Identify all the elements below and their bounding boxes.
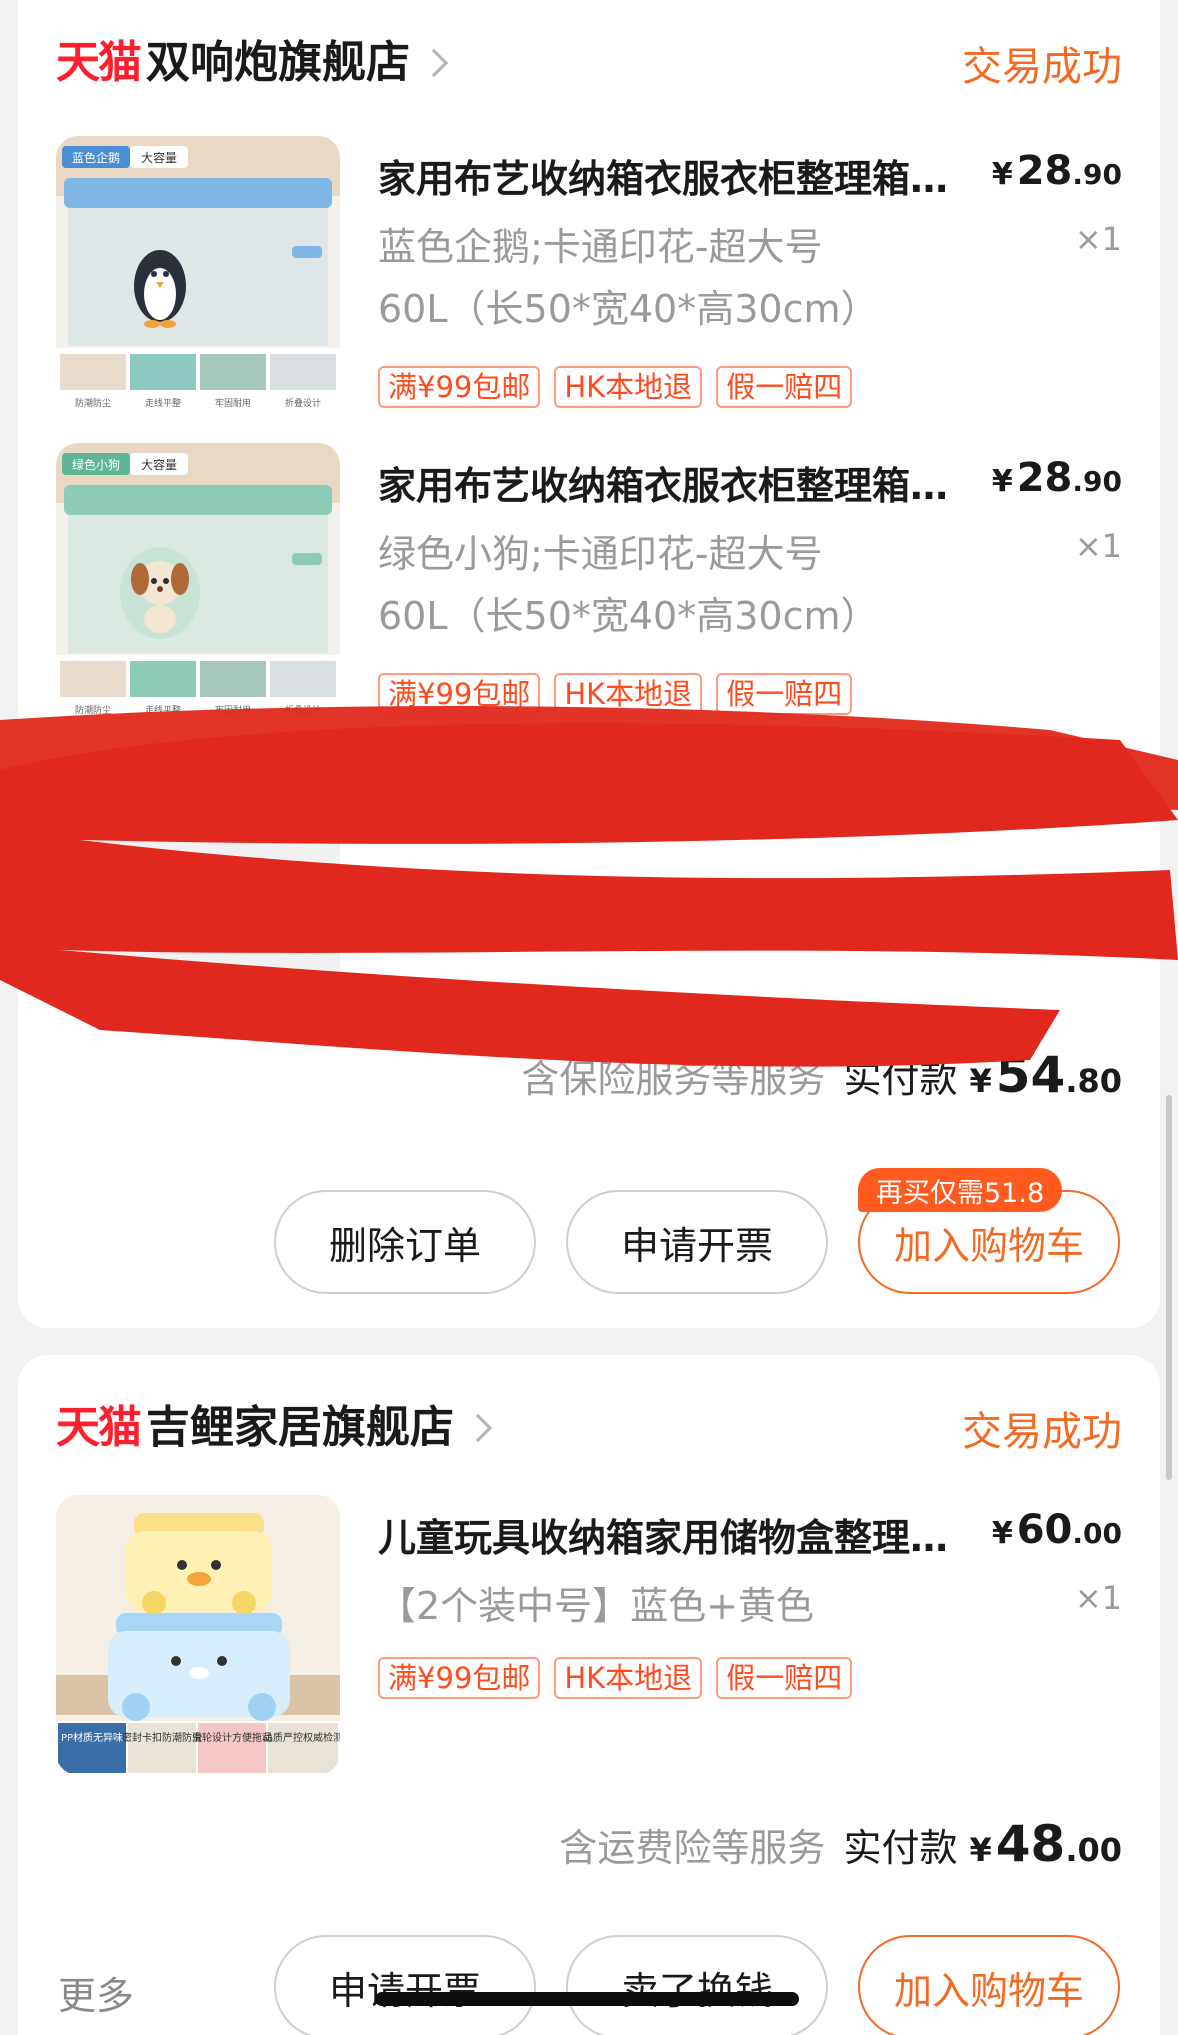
order-card: 天猫 双响炮旗舰店 交易成功 防潮防尘 走线平整 牢固耐用 折叠设计 蓝色企鹅 … xyxy=(18,0,1160,1328)
storage-box-puppy-image: 防潮防尘 走线平整 牢固耐用 折叠设计 绿色小狗 大容量 xyxy=(56,443,340,723)
order-status: 交易成功 xyxy=(962,44,1122,90)
image-badge: 蓝色企鹅 xyxy=(72,150,120,165)
product-quantity: ×1 xyxy=(1074,220,1122,258)
feature-caption: 牢固耐用 xyxy=(215,397,251,409)
tag-fake-compensation: 假一赔四 xyxy=(716,673,853,715)
product-price: ¥28.90 xyxy=(991,455,1122,501)
product-thumbnail[interactable]: PP材质无异味 密封卡扣防潮防虫 滑轮设计方便拖动 品质严控权威检测 xyxy=(56,1495,340,1775)
image-badge: 绿色小狗 xyxy=(72,457,120,472)
request-invoice-button[interactable]: 申请开票 xyxy=(566,1190,828,1294)
tag-free-shipping: 满¥99包邮 xyxy=(378,673,541,715)
store-name[interactable]: 吉鲤家居旗舰店 xyxy=(146,1406,454,1450)
service-info: 含保险服务等服务 xyxy=(521,1057,826,1101)
product-quantity: ×1 xyxy=(1074,1579,1122,1617)
feature-caption: 防潮防尘 xyxy=(75,704,111,716)
delete-order-button[interactable]: 删除订单 xyxy=(274,1190,536,1294)
order-summary: 含保险服务等服务 实付款 ¥54.80 xyxy=(521,1046,1122,1104)
store-name[interactable]: 双响炮旗舰店 xyxy=(146,41,410,85)
product-title[interactable]: 家用布艺收纳箱衣服衣柜整理箱折叠储物箱 xyxy=(378,148,968,203)
storage-box-penguin-image: 防潮防尘 走线平整 牢固耐用 折叠设计 蓝色企鹅 大容量 xyxy=(56,136,340,416)
order-summary: 含运费险等服务 实付款 ¥48.00 xyxy=(559,1815,1122,1873)
product-sku: 绿色小狗;卡通印花-超大号 60L（长50*宽40*高30cm） xyxy=(378,532,879,638)
feature-caption: 滑轮设计方便拖动 xyxy=(192,1731,272,1744)
service-tags: 满¥99包邮 HK本地退 假一赔四 xyxy=(378,366,853,408)
chevron-right-icon xyxy=(463,1413,493,1443)
tag-local-return: HK本地退 xyxy=(554,1657,703,1699)
product-price-partial: .00 xyxy=(1072,738,1122,771)
rebuy-promo-bubble: 再买仅需51.8 xyxy=(858,1168,1063,1212)
order-status: 交易成功 xyxy=(962,1409,1122,1455)
paid-currency: ¥ xyxy=(969,1831,992,1869)
scrollbar[interactable] xyxy=(1166,1095,1172,1480)
store-header[interactable]: 天猫 双响炮旗舰店 交易成功 xyxy=(56,28,1122,98)
order-list-page: 天猫 双响炮旗舰店 交易成功 防潮防尘 走线平整 牢固耐用 折叠设计 蓝色企鹅 … xyxy=(0,0,1178,2035)
paid-amount-decimal: .00 xyxy=(1065,1831,1122,1869)
feature-caption: 牢固耐用 xyxy=(215,704,251,716)
tag-fake-compensation: 假一赔四 xyxy=(716,366,853,408)
tag-free-shipping: 满¥99包邮 xyxy=(378,1657,541,1699)
add-to-cart-button[interactable]: 加入购物车 xyxy=(858,1935,1120,2035)
service-tags: 满¥99包邮 HK本地退 假一赔四 xyxy=(378,673,853,715)
feature-caption: 密封卡扣防潮防虫 xyxy=(122,1731,202,1744)
kids-toy-storage-box-image: PP材质无异味 密封卡扣防潮防虫 滑轮设计方便拖动 品质严控权威检测 xyxy=(56,1495,340,1775)
order-item-redacted[interactable]: .00 xyxy=(56,738,1122,1010)
request-invoice-button[interactable]: 申请开票 xyxy=(274,1935,536,2035)
order-item[interactable]: 防潮防尘 走线平整 牢固耐用 折叠设计 蓝色企鹅 大容量 家用布艺收纳箱衣服衣柜… xyxy=(56,136,1122,416)
product-quantity: ×1 xyxy=(1074,527,1122,565)
service-info: 含运费险等服务 xyxy=(559,1826,826,1870)
more-actions-link[interactable]: 更多 xyxy=(58,1965,134,2020)
tmall-logo: 天猫 xyxy=(56,37,142,88)
paid-amount-decimal: .80 xyxy=(1065,1062,1122,1100)
tag-local-return: HK本地退 xyxy=(554,673,703,715)
paid-currency: ¥ xyxy=(969,1062,992,1100)
tag-local-return: HK本地退 xyxy=(554,366,703,408)
product-thumbnail[interactable]: 防潮防尘 走线平整 牢固耐用 折叠设计 绿色小狗 大容量 xyxy=(56,443,340,723)
image-badge: 大容量 xyxy=(141,457,177,472)
product-title[interactable]: 儿童玩具收纳箱家用储物盒整理箱带滑轮 xyxy=(378,1507,968,1562)
tag-fake-compensation: 假一赔四 xyxy=(716,1657,853,1699)
chevron-right-icon xyxy=(419,48,449,78)
store-header[interactable]: 天猫 吉鲤家居旗舰店 交易成功 xyxy=(56,1393,1122,1463)
feature-caption: PP材质无异味 xyxy=(61,1731,123,1744)
product-thumbnail[interactable] xyxy=(56,750,340,1000)
feature-caption: 防潮防尘 xyxy=(75,397,111,409)
paid-amount-integer: 54 xyxy=(995,1046,1066,1104)
product-title[interactable]: 家用布艺收纳箱衣服衣柜整理箱折叠储物箱 xyxy=(378,455,968,510)
product-price: ¥28.90 xyxy=(991,148,1122,194)
service-tags: 满¥99包邮 HK本地退 假一赔四 xyxy=(378,1657,853,1699)
feature-caption: 走线平整 xyxy=(145,397,181,409)
order-item[interactable]: 防潮防尘 走线平整 牢固耐用 折叠设计 绿色小狗 大容量 家用布艺收纳箱衣服衣柜… xyxy=(56,443,1122,723)
paid-label: 实付款 xyxy=(843,1826,958,1870)
product-thumbnail[interactable]: 防潮防尘 走线平整 牢固耐用 折叠设计 蓝色企鹅 大容量 xyxy=(56,136,340,416)
feature-caption: 折叠设计 xyxy=(285,397,321,409)
order-item[interactable]: PP材质无异味 密封卡扣防潮防虫 滑轮设计方便拖动 品质严控权威检测 儿童玩具收… xyxy=(56,1495,1122,1775)
feature-caption: 品质严控权威检测 xyxy=(263,1731,340,1744)
image-badge: 大容量 xyxy=(141,150,177,165)
tmall-logo: 天猫 xyxy=(56,1402,142,1453)
paid-label: 实付款 xyxy=(843,1057,958,1101)
product-sku: 蓝色企鹅;卡通印花-超大号 60L（长50*宽40*高30cm） xyxy=(378,225,879,331)
feature-caption: 折叠设计 xyxy=(285,704,321,716)
tag-free-shipping: 满¥99包邮 xyxy=(378,366,541,408)
paid-amount-integer: 48 xyxy=(995,1815,1066,1873)
order-card: 天猫 吉鲤家居旗舰店 交易成功 PP材质无异味 密封卡扣防潮防虫 滑轮设计方便拖… xyxy=(18,1355,1160,2035)
product-price: ¥60.00 xyxy=(991,1507,1122,1553)
feature-caption: 走线平整 xyxy=(145,704,181,716)
home-indicator[interactable] xyxy=(375,1992,799,2006)
sell-for-cash-button[interactable]: 卖了换钱 xyxy=(566,1935,828,2035)
product-sku: 【2个装中号】蓝色+黄色 xyxy=(378,1584,815,1628)
